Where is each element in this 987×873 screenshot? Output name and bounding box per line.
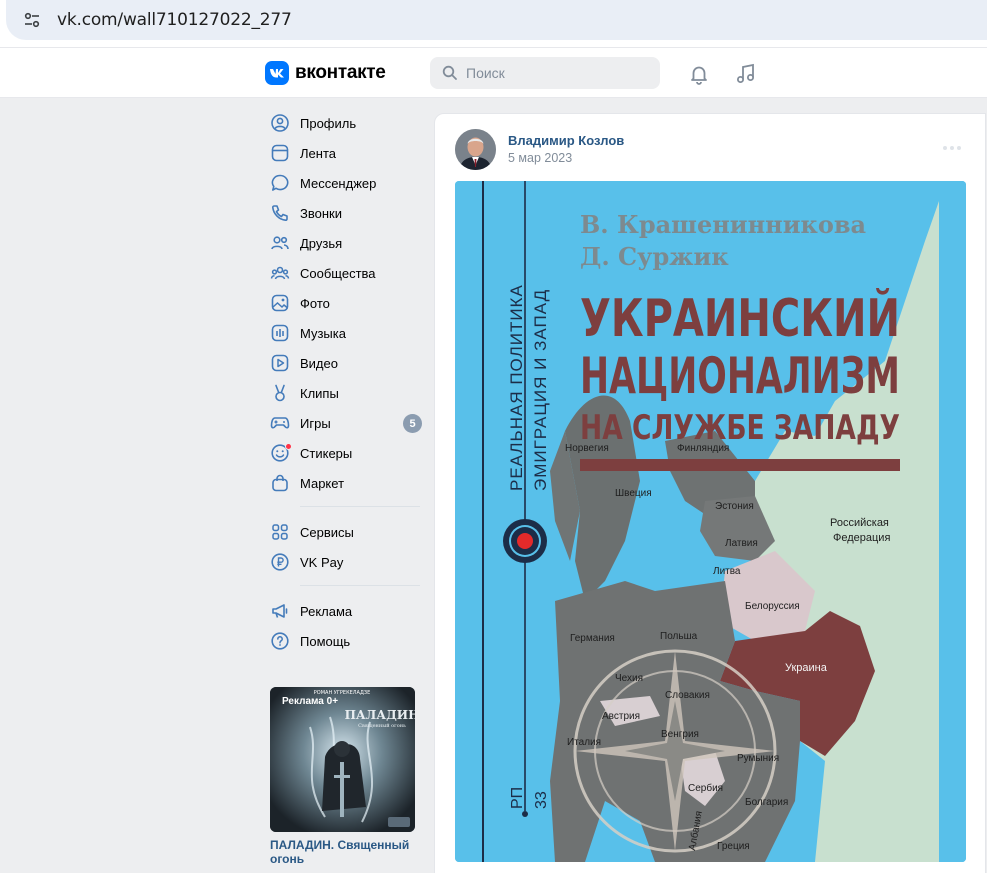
- photo-icon: [271, 294, 289, 312]
- nav-item-vkpay[interactable]: VK Pay: [264, 547, 424, 577]
- ad-image-subtitle-text: Священный огонь: [358, 723, 406, 729]
- nav-item-help[interactable]: Помощь: [264, 626, 424, 656]
- vk-header: вконтакте: [0, 47, 987, 98]
- ad-image[interactable]: РОМАН УГРЕКЕЛАДЗЕ ПАЛАДИН Священный огон…: [270, 687, 415, 832]
- search-box[interactable]: [430, 57, 660, 89]
- map-label-slovakia: Словакия: [665, 690, 710, 701]
- vk-logo[interactable]: вконтакте: [265, 61, 386, 85]
- post-photo-book-cover[interactable]: РЕАЛЬНАЯ ПОЛИТИКА ЭМИГРАЦИЯ И ЗАПАД РП 3…: [455, 181, 966, 862]
- nav-item-clips[interactable]: Клипы: [264, 378, 424, 408]
- sidebar-ad[interactable]: РОМАН УГРЕКЕЛАДЗЕ ПАЛАДИН Священный огон…: [270, 687, 415, 866]
- nav-item-games[interactable]: Игры 5: [264, 408, 424, 438]
- search-icon: [442, 65, 457, 80]
- map-label-belarus: Белоруссия: [745, 601, 800, 612]
- post-date[interactable]: 5 мар 2023: [508, 151, 572, 165]
- nav-item-feed[interactable]: Лента: [264, 138, 424, 168]
- vkpay-icon: [271, 553, 289, 571]
- nav-divider: [300, 506, 420, 507]
- nav-item-ads[interactable]: Реклама: [264, 596, 424, 626]
- stickers-new-dot: [285, 443, 292, 450]
- ad-image-title-text: ПАЛАДИН: [345, 708, 415, 722]
- post-card: Владимир Козлов 5 мар 2023 РЕАЛЬНАЯ ПОЛИ…: [434, 113, 986, 873]
- nav-item-communities[interactable]: Сообщества: [264, 258, 424, 288]
- cover-series-line2: ЭМИГРАЦИЯ И ЗАПАД: [531, 289, 550, 491]
- ads-icon: [272, 604, 288, 618]
- map-label-russia-1: Российская: [830, 517, 889, 529]
- map-label-hungary: Венгрия: [661, 729, 699, 740]
- clips-icon: [275, 384, 285, 402]
- site-settings-icon[interactable]: [17, 5, 47, 35]
- url-text[interactable]: vk.com/wall710127022_277: [57, 10, 292, 30]
- map-label-greece: Греция: [717, 841, 750, 852]
- nav-item-video[interactable]: Видео: [264, 348, 424, 378]
- cover-author-1: В. Крашенинникова: [580, 210, 866, 239]
- map-label-italy: Италия: [567, 737, 601, 748]
- nav-item-friends[interactable]: Друзья: [264, 228, 424, 258]
- address-bar[interactable]: vk.com/wall710127022_277: [6, 0, 987, 40]
- music-player-icon[interactable]: [734, 62, 758, 86]
- map-label-germany: Германия: [570, 633, 615, 644]
- feed-icon: [271, 144, 289, 162]
- ad-label: Реклама 0+: [282, 696, 339, 707]
- map-label-austria: Австрия: [602, 711, 640, 722]
- cover-title-line1: УКРАИНСКИЙ: [580, 288, 900, 349]
- map-label-russia-2: Федерация: [833, 532, 890, 544]
- nav-item-messenger[interactable]: Мессенджер: [264, 168, 424, 198]
- map-label-sweden: Швеция: [615, 488, 652, 499]
- map-label-latvia: Латвия: [725, 538, 758, 549]
- phone-icon: [271, 205, 288, 222]
- nav-item-stickers[interactable]: Стикеры: [264, 438, 424, 468]
- messenger-icon: [271, 174, 289, 191]
- left-navigation: Профиль Лента Мессенджер Звонки Друзья С…: [264, 108, 424, 656]
- nav-item-calls[interactable]: Звонки: [264, 198, 424, 228]
- nav-item-market[interactable]: Маркет: [264, 468, 424, 498]
- ad-title[interactable]: ПАЛАДИН. Священный огонь: [270, 838, 415, 866]
- post-author-name[interactable]: Владимир Козлов: [508, 133, 624, 148]
- map-label-norway: Норвегия: [565, 443, 609, 454]
- nav-divider: [300, 585, 420, 586]
- cover-title-line2: НАЦИОНАЛИЗМ: [580, 347, 900, 405]
- vk-logo-icon: [265, 61, 289, 85]
- cover-author-2: Д. Суржик: [580, 242, 729, 271]
- browser-toolbar: vk.com/wall710127022_277: [0, 0, 987, 47]
- cover-code-number: 33: [533, 791, 550, 809]
- communities-icon: [270, 266, 290, 280]
- map-label-ukraine: Украина: [785, 662, 828, 674]
- nav-item-photos[interactable]: Фото: [264, 288, 424, 318]
- cover-code-letters: РП: [509, 787, 526, 809]
- games-count-badge: 5: [403, 414, 422, 433]
- map-label-finland: Финляндия: [677, 443, 729, 454]
- vk-logo-text: вконтакте: [295, 62, 386, 83]
- friends-icon: [271, 236, 289, 250]
- profile-icon: [271, 114, 289, 132]
- author-avatar[interactable]: [455, 129, 496, 170]
- map-label-bulgaria: Болгария: [745, 797, 788, 808]
- help-icon: [271, 632, 289, 650]
- map-label-czech: Чехия: [615, 673, 643, 684]
- video-icon: [271, 354, 289, 372]
- market-icon: [272, 474, 288, 492]
- nav-item-profile[interactable]: Профиль: [264, 108, 424, 138]
- map-label-romania: Румыния: [737, 753, 779, 764]
- search-input[interactable]: [466, 65, 656, 81]
- music-icon: [271, 324, 289, 342]
- map-label-estonia: Эстония: [715, 501, 754, 512]
- cover-series-line1: РЕАЛЬНАЯ ПОЛИТИКА: [507, 284, 526, 491]
- map-label-serbia: Сербия: [688, 782, 723, 794]
- nav-item-music[interactable]: Музыка: [264, 318, 424, 348]
- cover-title-line3: НА СЛУЖБЕ ЗАПАДУ: [580, 408, 900, 448]
- map-label-poland: Польша: [660, 631, 698, 642]
- notifications-bell-icon[interactable]: [687, 62, 711, 86]
- services-icon: [272, 524, 288, 540]
- post-more-options-icon[interactable]: [943, 146, 961, 150]
- games-icon: [270, 417, 290, 429]
- map-label-lithuania: Литва: [713, 566, 741, 577]
- nav-item-services[interactable]: Сервисы: [264, 517, 424, 547]
